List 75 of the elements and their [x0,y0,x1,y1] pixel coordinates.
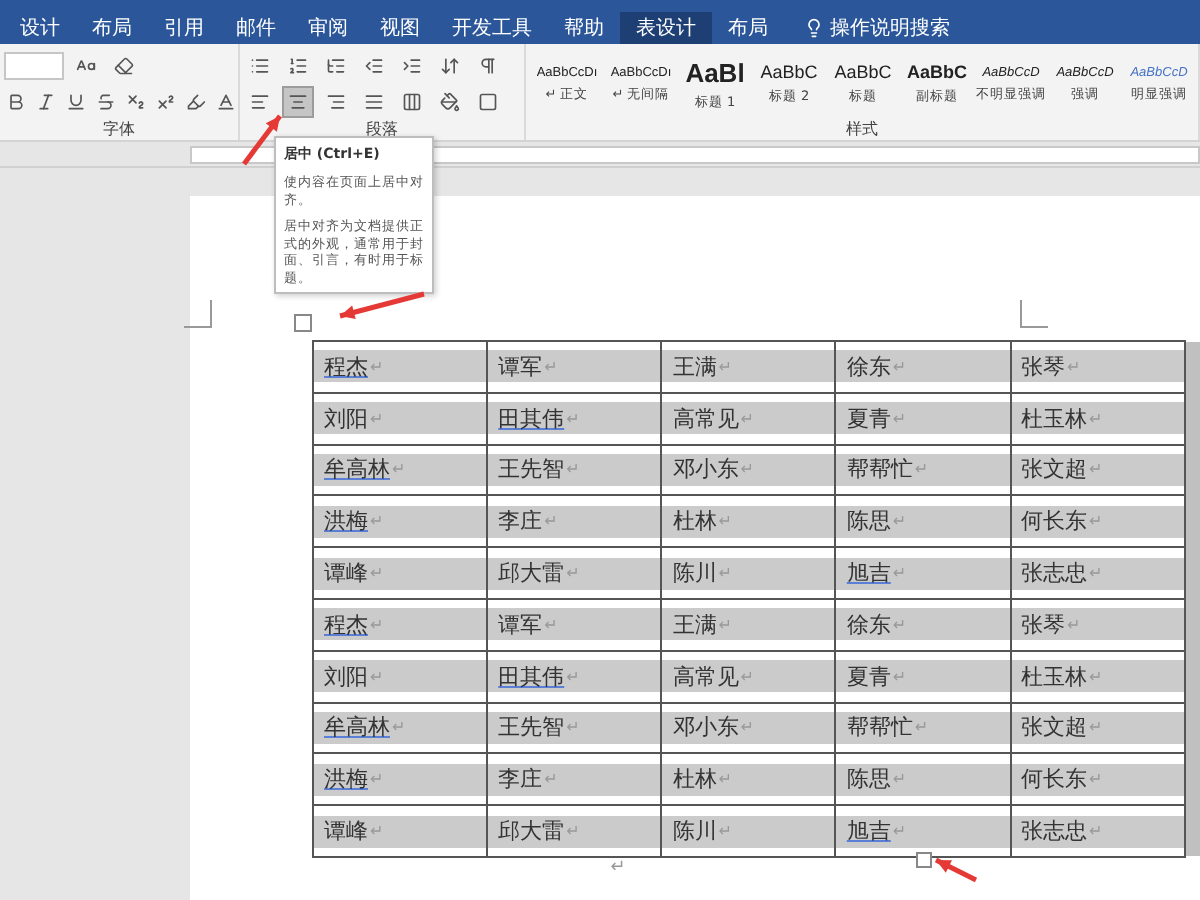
table-cell: 张志忠↵ [1010,805,1185,857]
table-cell: 张文超↵ [1010,444,1185,496]
table-cell: 徐东↵ [835,598,1010,651]
ribbon-tab[interactable]: 开发工具 [436,12,548,44]
table-cell: 陈思↵ [835,753,1010,806]
table-cell: 谭峰↵ [313,547,488,599]
table-cell: 张志忠↵ [1010,547,1185,599]
lightbulb-icon [804,18,824,38]
table-cell: 旭吉↵ [835,805,1010,857]
table-cell: 张琴↵ [1010,341,1185,393]
table-cell: 夏青↵ [835,650,1010,703]
table-cell: 洪梅↵ [313,495,488,548]
align-center-icon[interactable] [282,85,314,117]
table-cell: 夏青↵ [835,392,1010,445]
table-move-handle[interactable] [294,314,312,332]
group-label: 段落 [364,118,400,140]
table-cell: 何长东↵ [1010,495,1185,548]
table-cell: 李庄↵ [487,495,662,548]
table-cell: 邱大雷↵ [487,547,662,599]
ribbon-tab[interactable]: 审阅 [292,12,364,44]
margin-corner-mark [1020,300,1048,328]
annotation-arrow [242,114,282,166]
table-cell: 杜玉林↵ [1010,392,1185,445]
table-resize-handle[interactable] [916,852,932,868]
table-cell: 程杰↵ [313,341,488,393]
ribbon-tab[interactable]: 设计 [4,12,76,44]
search-field[interactable]: 操作说明搜索 [830,14,950,42]
table-cell: 陈思↵ [835,495,1010,548]
table-cell: 王满↵ [661,598,836,651]
table-cell: 帮帮忙↵ [835,444,1010,496]
table-cell: 陈川↵ [661,547,836,599]
table-cell: 张文超↵ [1010,702,1185,754]
table-cell: 程杰↵ [313,598,488,651]
group-label: 字体 [101,118,137,140]
table-cell: 李庄↵ [487,753,662,806]
table-cell: 旭吉↵ [835,547,1010,599]
table-cell: 邓小东↵ [661,444,836,496]
table-cell: 高常见↵ [661,392,836,445]
ribbon-tab[interactable]: 布局 [76,12,148,44]
table-cell: 洪梅↵ [313,753,488,806]
table-cell: 高常见↵ [661,650,836,703]
table-cell: 王满↵ [661,341,836,393]
margin-corner-mark [184,300,212,328]
ribbon-tab[interactable]: 表设计 [620,12,712,44]
table-cell: 牟高林↵ [313,702,488,754]
table-cell: 张琴↵ [1010,598,1185,651]
ribbon-tab[interactable]: 引用 [148,12,220,44]
table-cell: 田其伟↵ [487,650,662,703]
table-cell: 牟高林↵ [313,444,488,496]
table-cell: 谭峰↵ [313,805,488,857]
table-cell: 帮帮忙↵ [835,702,1010,754]
group-label: 样式 [844,118,880,140]
font-size-field[interactable] [4,51,64,79]
table-cell: 刘阳↵ [313,650,488,703]
paragraph-mark: ↵ [608,857,628,878]
ribbon-tab[interactable]: 邮件 [220,12,292,44]
ribbon-tab[interactable]: 视图 [364,12,436,44]
annotation-arrow [339,291,425,320]
table-cell: 谭军↵ [487,341,662,393]
table-cell: 谭军↵ [487,598,662,651]
table-cell: 邓小东↵ [661,702,836,754]
ribbon-tab[interactable]: 布局 [712,12,784,44]
table-cell: 杜玉林↵ [1010,650,1185,703]
table-cell: 杜林↵ [661,753,836,806]
table-cell: 田其伟↵ [487,392,662,445]
ribbon-tab[interactable]: 帮助 [548,12,620,44]
table-cell: 邱大雷↵ [487,805,662,857]
table-cell: 刘阳↵ [313,392,488,445]
table-cell: 王先智↵ [487,702,662,754]
table-cell: 王先智↵ [487,444,662,496]
table-cell: 徐东↵ [835,341,1010,393]
table-cell: 杜林↵ [661,495,836,548]
annotation-arrow [934,857,978,883]
table-cell: 何长东↵ [1010,753,1185,806]
table-cell: 陈川↵ [661,805,836,857]
